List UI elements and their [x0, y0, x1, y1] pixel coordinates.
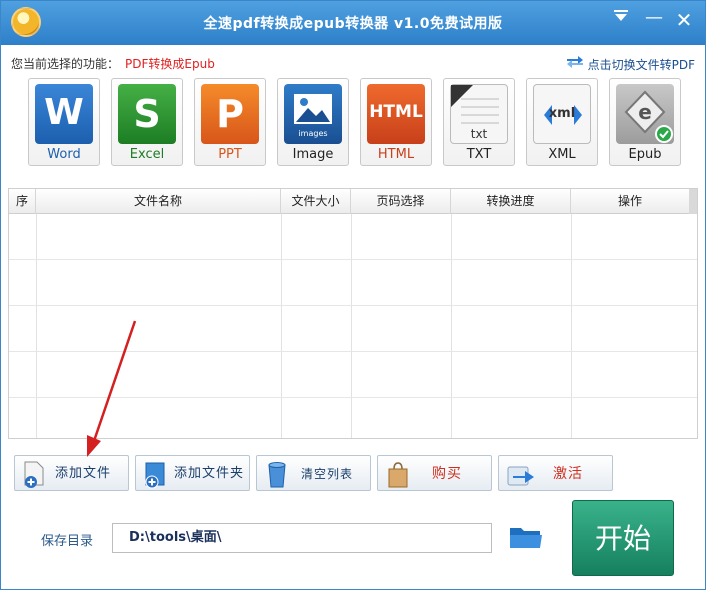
format-epub-button[interactable]: e Epub	[609, 78, 681, 166]
function-current: PDF转换成Epub	[125, 57, 215, 71]
activate-arrow-icon	[507, 461, 537, 487]
grid-divider	[351, 214, 352, 438]
col-actions: 操作	[571, 189, 690, 214]
title-bar: 全速pdf转换成epub转换器 v1.0免费试用版 — ✕	[1, 1, 705, 45]
word-icon: W	[35, 84, 93, 144]
add-file-icon	[23, 461, 45, 488]
add-file-button[interactable]: 添加文件	[14, 455, 129, 491]
clear-list-label: 清空列表	[301, 467, 354, 481]
buy-button[interactable]: 购买	[377, 455, 492, 491]
file-table: 序 文件名称 文件大小 页码选择 转换进度 操作	[8, 188, 698, 439]
table-scrollbar[interactable]	[689, 189, 697, 214]
format-image-button[interactable]: images Image	[277, 78, 349, 166]
format-word-label: Word	[47, 147, 81, 162]
activate-label: 激活	[553, 466, 583, 482]
xml-icon: xml	[533, 84, 591, 144]
start-button[interactable]: 开始	[572, 500, 674, 576]
grid-divider	[571, 214, 572, 438]
switch-mode-link[interactable]: 点击切换文件转PDF	[566, 55, 695, 73]
format-html-label: HTML	[377, 147, 415, 162]
add-folder-button[interactable]: 添加文件夹	[135, 455, 250, 491]
grid-divider	[451, 214, 452, 438]
current-function: 您当前选择的功能： PDF转换成Epub	[11, 55, 215, 72]
switch-mode-label: 点击切换文件转PDF	[587, 57, 695, 72]
excel-icon: S	[118, 84, 176, 144]
save-directory-field[interactable]: D:\tools\桌面\	[112, 523, 492, 553]
add-folder-label: 添加文件夹	[174, 466, 245, 481]
activate-button[interactable]: 激活	[498, 455, 613, 491]
col-filename: 文件名称	[36, 189, 281, 214]
grid-divider	[9, 305, 697, 306]
format-txt-label: TXT	[466, 147, 492, 162]
add-file-label: 添加文件	[55, 466, 112, 481]
format-excel-button[interactable]: S Excel	[111, 78, 183, 166]
window-title: 全速pdf转换成epub转换器 v1.0免费试用版	[203, 16, 503, 32]
txt-icon: txt	[450, 84, 508, 144]
trash-icon	[265, 461, 287, 488]
shopping-bag-icon	[386, 461, 408, 488]
add-folder-icon	[144, 461, 166, 489]
format-word-button[interactable]: W Word	[28, 78, 100, 166]
format-image-label: Image	[292, 147, 334, 162]
col-index: 序	[9, 189, 36, 214]
grid-divider	[36, 214, 37, 438]
epub-icon: e	[616, 84, 674, 144]
format-ppt-button[interactable]: P PPT	[194, 78, 266, 166]
format-xml-label: XML	[548, 147, 576, 162]
browse-folder-icon[interactable]	[509, 524, 543, 550]
minimize-button[interactable]: —	[641, 9, 667, 31]
table-header: 序 文件名称 文件大小 页码选择 转换进度 操作	[9, 189, 697, 214]
ppt-icon: P	[201, 84, 259, 144]
grid-divider	[9, 259, 697, 260]
save-directory-label: 保存目录	[41, 534, 94, 549]
format-html-button[interactable]: HTML HTML	[360, 78, 432, 166]
grid-divider	[281, 214, 282, 438]
grid-divider	[9, 397, 697, 398]
format-xml-button[interactable]: xml XML	[526, 78, 598, 166]
clear-list-button[interactable]: 清空列表	[256, 455, 371, 491]
col-page-select: 页码选择	[351, 189, 451, 214]
buy-label: 购买	[432, 466, 462, 482]
dropdown-menu-icon[interactable]	[608, 9, 634, 31]
format-excel-label: Excel	[129, 147, 165, 162]
app-window: 全速pdf转换成epub转换器 v1.0免费试用版 — ✕ 您当前选择的功能： P…	[0, 0, 706, 590]
function-label: 您当前选择的功能：	[11, 57, 120, 71]
html-icon: HTML	[367, 84, 425, 144]
format-ppt-label: PPT	[218, 147, 242, 162]
col-progress: 转换进度	[451, 189, 571, 214]
image-icon: images	[284, 84, 342, 144]
format-epub-label: Epub	[628, 147, 662, 162]
swap-arrows-icon	[566, 55, 584, 73]
col-filesize: 文件大小	[281, 189, 351, 214]
format-txt-button[interactable]: txt TXT	[443, 78, 515, 166]
close-button[interactable]: ✕	[671, 9, 697, 31]
grid-divider	[9, 351, 697, 352]
